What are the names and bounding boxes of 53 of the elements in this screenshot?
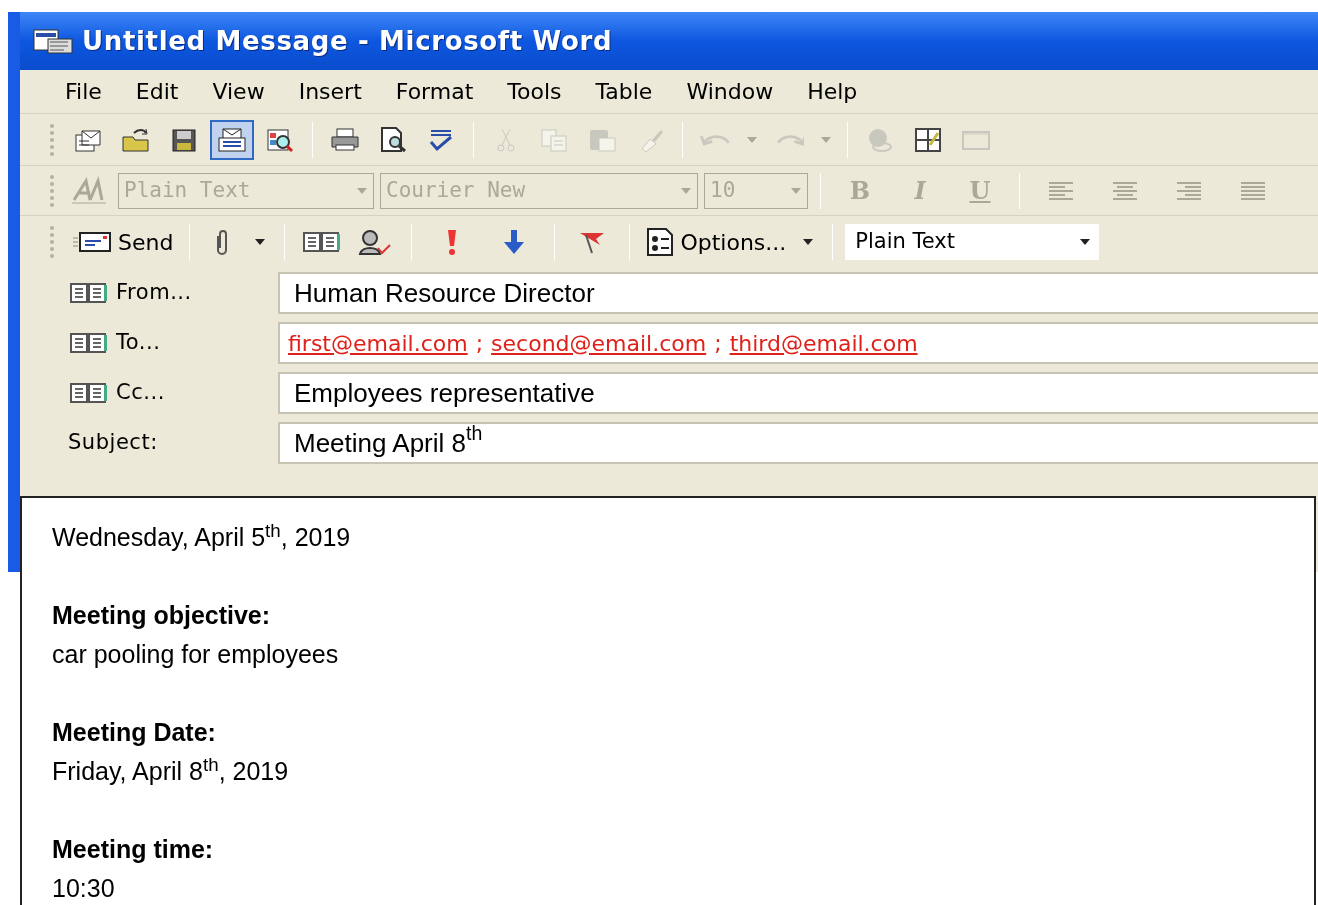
separator-text: ; (475, 329, 484, 358)
down-arrow-icon (502, 228, 527, 256)
caret-icon (254, 238, 267, 246)
message-format-dropdown[interactable]: Plain Text (845, 224, 1100, 260)
address-field[interactable]: Human Resource Director (278, 272, 1318, 314)
section-heading: Meeting objective: (52, 600, 272, 631)
toolbar-button[interactable] (210, 119, 254, 160)
options-button[interactable]: Options... (642, 222, 791, 262)
section-heading: Meeting Date: (52, 717, 217, 748)
menu-item[interactable]: Format (378, 75, 491, 108)
caret-icon (356, 186, 368, 195)
field-label-button[interactable]: To... (116, 327, 161, 359)
check-names-icon (358, 228, 393, 256)
menu-item[interactable]: Edit (118, 75, 196, 108)
send-envelope-icon (72, 230, 112, 254)
recipient-link[interactable]: second@email.com (491, 326, 707, 360)
section-text: Friday, April 8$^{th}$, 2019 (52, 752, 290, 787)
caret-icon (802, 238, 815, 246)
options-icon (646, 227, 675, 257)
date-line: Wednesday, April 5$^{th}$, 2019 (52, 518, 352, 553)
caret-icon (1079, 238, 1092, 246)
address-book-icon (68, 281, 108, 305)
menu-item[interactable]: Window (669, 75, 791, 108)
caret-icon (680, 186, 692, 195)
recipient-link[interactable]: third@email.com (729, 326, 918, 360)
recipient-link[interactable]: first@email.com (288, 326, 468, 360)
address-book-icon (301, 230, 342, 254)
subject-field[interactable]: Meeting April 8$^{th}$ (278, 422, 1318, 464)
menu-item[interactable]: Insert (281, 75, 379, 108)
send-button[interactable]: Send (68, 222, 178, 262)
menu-item[interactable]: Help (790, 75, 875, 108)
field-label-button[interactable]: Cc... (116, 377, 165, 409)
menu-item[interactable]: Table (578, 75, 670, 108)
menu-item[interactable]: View (195, 75, 282, 108)
caret-icon (790, 186, 802, 195)
to-field[interactable]: first@email.com ; second@email.com ; third@email.com (278, 322, 1318, 364)
undo-icon (700, 133, 730, 146)
section-heading: Meeting time: (52, 834, 215, 865)
redo-icon (774, 133, 804, 146)
exclamation-icon (446, 227, 459, 257)
section-text: 10:30 (52, 873, 116, 904)
menu-item[interactable]: File (48, 75, 119, 108)
separator-text: ; (714, 329, 722, 358)
window-title: Untitled Message - Microsoft Word (82, 24, 613, 58)
address-book-icon (68, 381, 108, 405)
address-book-icon (68, 331, 108, 355)
field-label-button[interactable]: From... (116, 277, 192, 309)
menu-item[interactable]: Tools (490, 75, 579, 108)
caret-icon (820, 135, 832, 144)
caret-icon (746, 135, 758, 144)
section-text: car pooling for employees (52, 639, 340, 670)
field-label: Subject: (68, 429, 158, 457)
address-field[interactable]: Employees representative (278, 372, 1318, 414)
